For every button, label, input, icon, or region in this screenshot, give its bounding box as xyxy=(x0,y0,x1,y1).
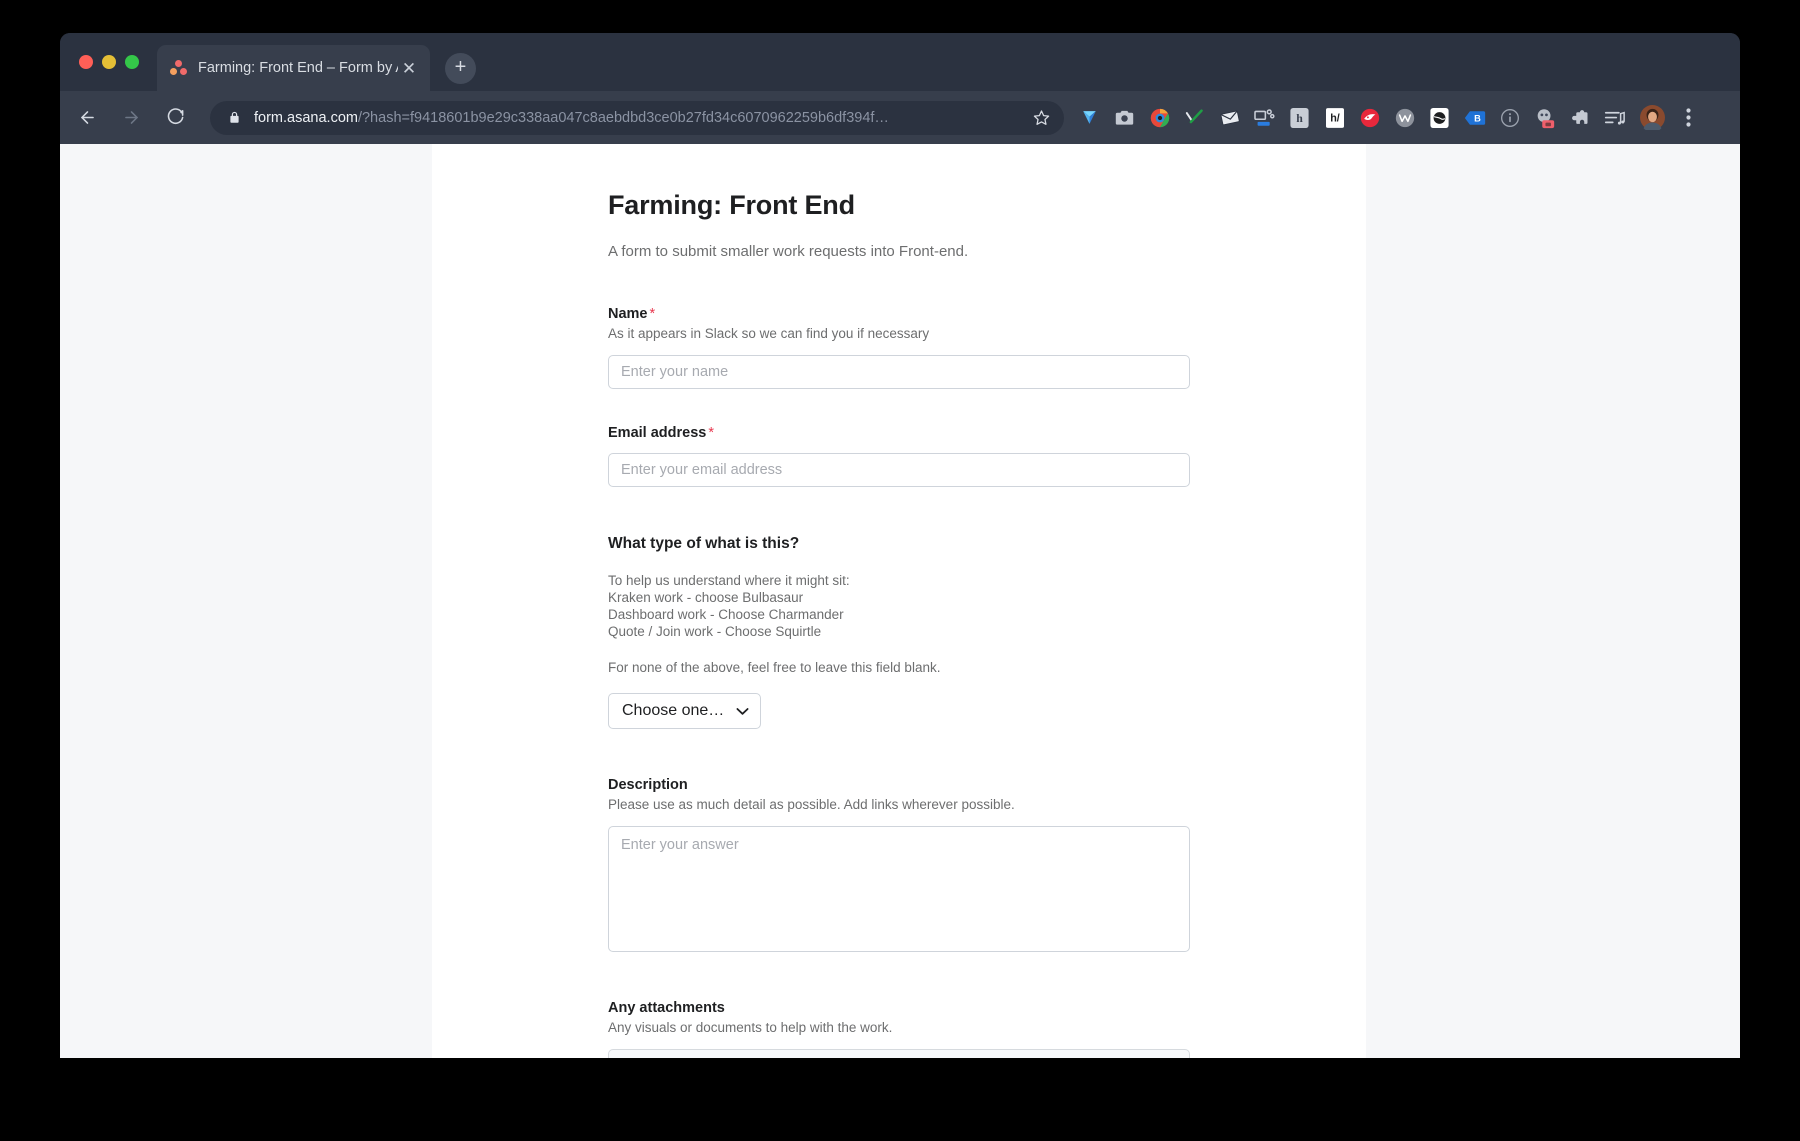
description-textarea[interactable] xyxy=(608,826,1190,953)
field-name-label-text: Name xyxy=(608,306,648,322)
field-name-help: As it appears in Slack so we can find yo… xyxy=(608,326,930,341)
page-viewport: Farming: Front End A form to submit smal… xyxy=(60,144,1740,1058)
bookmark-star-icon[interactable] xyxy=(1028,105,1054,131)
field-email-label-text: Email address xyxy=(608,424,707,441)
field-description: Description Please use as much detail as… xyxy=(608,777,1190,953)
work-type-question: What type of what is this? xyxy=(608,534,800,552)
blue-tag-icon[interactable]: B xyxy=(1458,103,1491,133)
work-type-select-value: Choose one… xyxy=(622,702,725,720)
url-domain: form.asana.com xyxy=(254,109,358,126)
new-tab-button[interactable]: + xyxy=(445,53,476,84)
checkmark-icon[interactable] xyxy=(1178,103,1211,133)
work-type-note: For none of the above, feel free to leav… xyxy=(608,660,941,676)
svg-text:B: B xyxy=(1474,113,1481,123)
required-asterisk: * xyxy=(708,424,714,441)
hypothesis-icon[interactable]: h/ xyxy=(1318,103,1351,133)
playlist-music-icon[interactable] xyxy=(1598,103,1631,133)
h-badge-icon[interactable]: h xyxy=(1283,103,1316,133)
address-bar[interactable]: form.asana.com/?hash=f9418601b9e29c338aa… xyxy=(210,100,1064,135)
work-type-help-line-2: Dashboard work - Choose Charmander xyxy=(608,606,844,622)
back-arrow-icon[interactable] xyxy=(70,101,104,135)
work-type-help: To help us understand where it might sit… xyxy=(608,573,1190,641)
work-type-help-line-3: Quote / Join work - Choose Squirtle xyxy=(608,623,822,639)
field-name-label: Name * xyxy=(608,306,1190,322)
field-description-label: Description xyxy=(608,777,688,794)
chrome-menu-icon[interactable] xyxy=(1672,103,1705,133)
form-card: Farming: Front End A form to submit smal… xyxy=(432,144,1366,1058)
reload-icon[interactable] xyxy=(158,101,192,135)
close-tab-icon[interactable]: ✕ xyxy=(398,57,420,79)
screen-share-icon[interactable] xyxy=(1248,103,1281,133)
work-type-select[interactable]: Choose one… xyxy=(608,693,762,730)
lock-icon xyxy=(228,110,241,125)
forward-arrow-icon[interactable] xyxy=(114,101,148,135)
svg-text:h: h xyxy=(1296,111,1303,125)
svg-text:h/: h/ xyxy=(1330,112,1340,124)
zoom-window-button[interactable] xyxy=(125,55,139,69)
field-attachments: Any attachments Any visuals or documents… xyxy=(608,1000,1190,1058)
chevron-down-icon xyxy=(736,707,749,716)
field-description-help: Please use as much detail as possible. A… xyxy=(608,797,1015,813)
browser-toolbar: form.asana.com/?hash=f9418601b9e29c338aa… xyxy=(60,91,1740,144)
envelope-icon[interactable] xyxy=(1213,103,1246,133)
browser-window: Farming: Front End – Form by A ✕ + form.… xyxy=(60,33,1740,1058)
name-input[interactable] xyxy=(608,354,1190,389)
field-email: Email address * xyxy=(608,425,1190,487)
page-title: Farming: Front End xyxy=(608,190,855,220)
field-attachments-help: Any visuals or documents to help with th… xyxy=(608,1020,893,1036)
close-window-button[interactable] xyxy=(79,55,93,69)
chrome-circle-icon[interactable] xyxy=(1143,103,1176,133)
globe-icon[interactable] xyxy=(1423,103,1456,133)
tab-strip: Farming: Front End – Form by A ✕ + xyxy=(60,33,1740,91)
w-circle-icon[interactable] xyxy=(1388,103,1421,133)
field-email-label: Email address * xyxy=(608,425,1190,441)
user-avatar[interactable] xyxy=(1636,103,1669,133)
work-type-help-line-0: To help us understand where it might sit… xyxy=(608,572,850,588)
asana-logo-icon xyxy=(170,59,187,77)
tab-title: Farming: Front End – Form by A xyxy=(198,60,398,76)
browser-tab[interactable]: Farming: Front End – Form by A ✕ xyxy=(157,45,430,91)
url-text: form.asana.com/?hash=f9418601b9e29c338aa… xyxy=(254,110,1028,126)
red-bear-icon[interactable] xyxy=(1353,103,1386,133)
camera-icon[interactable] xyxy=(1108,103,1141,133)
field-name: Name * As it appears in Slack so we can f… xyxy=(608,306,1190,389)
puzzle-piece-icon[interactable] xyxy=(1563,103,1596,133)
required-asterisk: * xyxy=(649,306,656,322)
window-controls xyxy=(79,55,139,69)
url-path: /?hash=f9418601b9e29c338aa047c8aebdbd3ce… xyxy=(357,109,889,126)
email-input[interactable] xyxy=(608,452,1190,487)
field-attachments-label: Any attachments xyxy=(608,1000,725,1017)
extension-icon-strip: h h/ B xyxy=(1072,103,1706,133)
info-circle-icon[interactable] xyxy=(1493,103,1526,133)
ghost-avatar-icon[interactable] xyxy=(1528,103,1561,133)
diamond-icon[interactable] xyxy=(1073,103,1106,133)
minimize-window-button[interactable] xyxy=(102,55,116,69)
attachments-dropzone[interactable] xyxy=(608,1049,1190,1058)
page-subtitle: A form to submit smaller work requests i… xyxy=(608,243,969,260)
work-type-help-line-1: Kraken work - choose Bulbasaur xyxy=(608,589,804,605)
field-work-type: What type of what is this? To help us un… xyxy=(608,534,1190,730)
